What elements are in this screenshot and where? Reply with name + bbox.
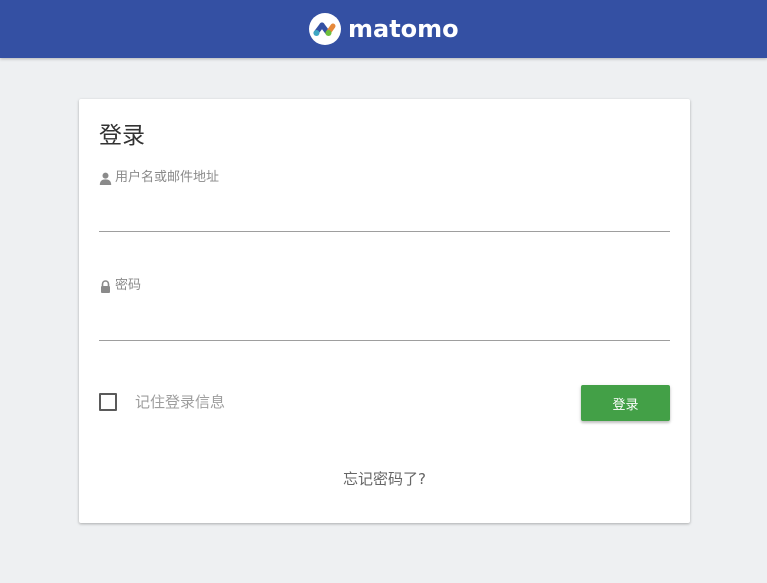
login-button[interactable]: 登录 [581, 385, 670, 421]
user-icon [99, 172, 112, 185]
remember-me-checkbox[interactable] [99, 393, 117, 411]
username-input[interactable] [99, 207, 670, 232]
login-card: 登录 用户名或邮件地址 密码 记住登录信息 登录 忘记密码了? [79, 99, 690, 523]
password-label-text: 密码 [115, 278, 142, 293]
brand-name: matomo [348, 15, 459, 43]
forgot-password-link[interactable]: 忘记密码了? [79, 469, 690, 489]
password-label: 密码 [99, 278, 141, 294]
remember-me-row[interactable]: 记住登录信息 [99, 392, 225, 412]
matomo-logo-icon [309, 13, 341, 45]
password-input[interactable] [99, 316, 670, 341]
remember-me-label[interactable]: 记住登录信息 [135, 392, 225, 412]
username-label-text: 用户名或邮件地址 [115, 170, 220, 185]
top-header-bar: matomo [0, 0, 767, 58]
login-title: 登录 [99, 123, 145, 149]
matomo-logo[interactable]: matomo [309, 12, 459, 46]
lock-icon [99, 279, 112, 293]
username-label: 用户名或邮件地址 [99, 170, 219, 186]
